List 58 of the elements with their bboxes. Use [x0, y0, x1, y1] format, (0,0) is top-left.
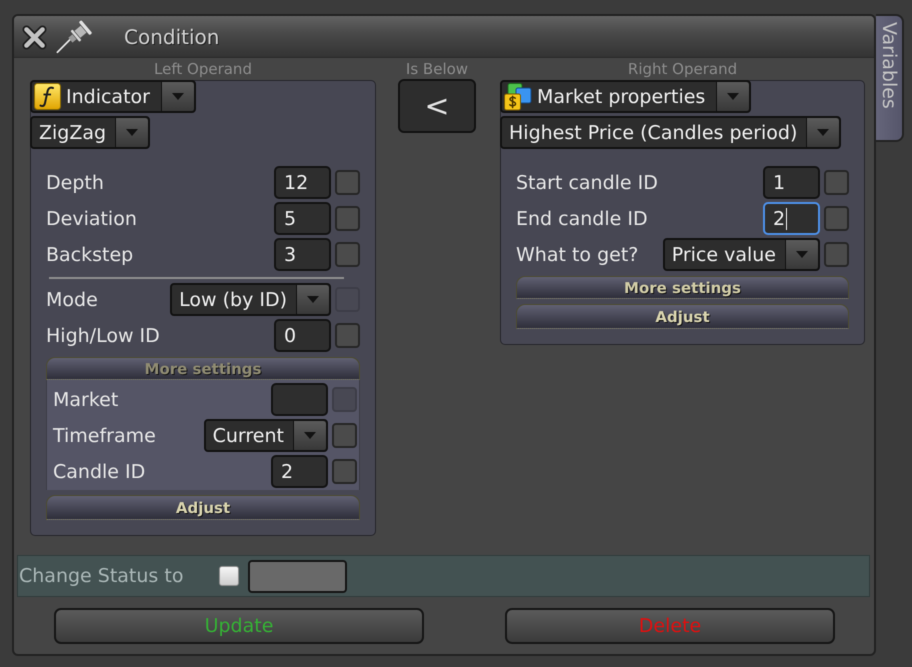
- dropdown[interactable]: Current: [204, 419, 328, 452]
- param-label: Backstep: [46, 244, 134, 266]
- checkbox[interactable]: [332, 423, 357, 448]
- checkbox[interactable]: [824, 206, 849, 231]
- checkbox[interactable]: [335, 242, 360, 267]
- param-label: Timeframe: [53, 424, 157, 446]
- param-label: Mode: [46, 288, 99, 310]
- param-label: Start candle ID: [516, 172, 659, 194]
- input-field[interactable]: 12: [274, 166, 331, 199]
- input-field[interactable]: 1: [763, 166, 820, 199]
- input-field[interactable]: 2: [763, 202, 820, 235]
- operator-caption: Is Below: [406, 59, 468, 80]
- checkbox[interactable]: [824, 242, 849, 267]
- close-icon[interactable]: [22, 25, 47, 50]
- pushpin-icon[interactable]: [55, 20, 95, 54]
- operator-button[interactable]: <: [398, 79, 476, 133]
- caret-icon: [304, 432, 316, 439]
- dropdown[interactable]: Price value: [662, 238, 820, 271]
- adjust-button[interactable]: Adjust: [46, 495, 360, 520]
- dropdown[interactable]: Low (by ID): [170, 283, 331, 316]
- dropdown[interactable]: Indicator: [30, 80, 196, 113]
- input-field[interactable]: 5: [274, 202, 331, 235]
- param-label: What to get?: [516, 244, 640, 266]
- operand-caption: Right Operand: [628, 59, 738, 80]
- more-settings-button[interactable]: More settings: [516, 276, 849, 299]
- checkbox[interactable]: [332, 459, 357, 484]
- param-label: End candle ID: [516, 208, 649, 230]
- input-field[interactable]: 2: [271, 455, 328, 488]
- dropdown[interactable]: Highest Price (Candles period): [500, 116, 842, 149]
- param-label: Candle ID: [53, 460, 146, 482]
- checkbox[interactable]: [335, 323, 360, 348]
- function-icon: [34, 83, 61, 110]
- dropdown[interactable]: Market properties: [500, 80, 752, 113]
- dropdown[interactable]: ZigZag: [30, 116, 150, 149]
- caret-icon: [796, 251, 808, 258]
- adjust-button[interactable]: Adjust: [516, 304, 849, 329]
- param-label: Deviation: [46, 208, 138, 230]
- input-field[interactable]: 3: [274, 238, 331, 271]
- param-label: High/Low ID: [46, 324, 161, 346]
- caret-icon: [126, 129, 138, 136]
- checkbox[interactable]: [219, 566, 239, 586]
- dollar-tiles-icon: [504, 82, 532, 110]
- status-label: Change Status to: [19, 565, 184, 587]
- input-field[interactable]: [271, 383, 328, 416]
- caret-icon: [307, 296, 319, 303]
- param-label: Depth: [46, 172, 105, 194]
- caret-icon: [817, 129, 830, 136]
- param-label: Market: [53, 388, 120, 410]
- window-title: Condition: [124, 24, 220, 48]
- caret-icon: [727, 93, 740, 100]
- checkbox[interactable]: [335, 170, 360, 195]
- side-tab[interactable]: Variables: [876, 14, 904, 142]
- checkbox[interactable]: [335, 206, 360, 231]
- status-field[interactable]: [248, 560, 347, 592]
- checkbox[interactable]: [824, 170, 849, 195]
- input-field[interactable]: 0: [274, 319, 331, 352]
- caret-icon: [172, 93, 184, 100]
- operand-caption: Left Operand: [154, 59, 252, 80]
